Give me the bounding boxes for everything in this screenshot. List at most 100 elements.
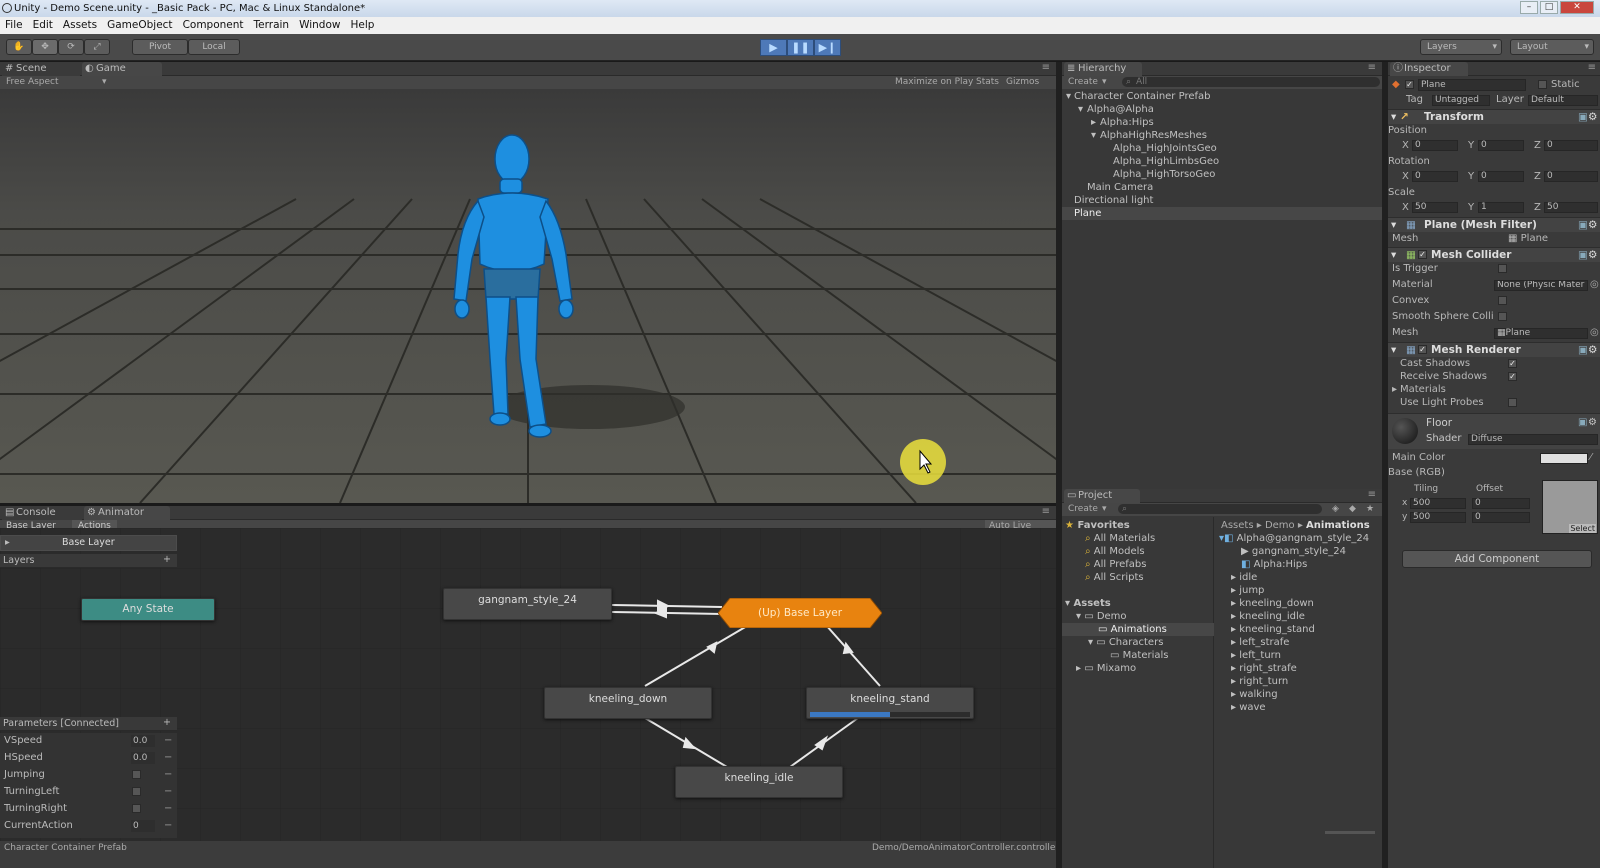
menu-gameobject[interactable]: GameObject <box>102 17 177 34</box>
file-item[interactable]: ▸ kneeling_stand <box>1231 623 1315 636</box>
hierarchy-item[interactable]: Alpha_HighLimbsGeo <box>1062 155 1382 168</box>
param-checkbox[interactable] <box>132 787 141 796</box>
light-probes-checkbox[interactable] <box>1508 398 1517 407</box>
gear-icon[interactable]: ⚙ <box>1588 218 1597 232</box>
remove-param-icon[interactable]: − <box>164 784 172 800</box>
scale-y-field[interactable]: 1 <box>1478 202 1524 213</box>
mesh-collider-header[interactable]: ▾ ▦ ✓ Mesh Collider ▣ ⚙ <box>1388 247 1600 262</box>
param-turningright[interactable]: TurningRight − <box>0 801 175 817</box>
tag-dropdown[interactable]: Untagged <box>1432 95 1490 106</box>
param-checkbox[interactable] <box>132 804 141 813</box>
smooth-sphere-checkbox[interactable] <box>1498 312 1507 321</box>
file-item[interactable]: ▶ gangnam_style_24 <box>1241 545 1346 558</box>
game-viewport[interactable] <box>0 89 1056 503</box>
material-field[interactable]: None (Physic Mater <box>1494 280 1588 291</box>
help-icon[interactable]: ▣ <box>1578 248 1588 262</box>
file-item[interactable]: ▸ right_strafe <box>1231 662 1297 675</box>
hand-tool-icon[interactable]: ✋ <box>6 39 32 55</box>
help-icon[interactable]: ▣ <box>1578 417 1587 428</box>
param-value[interactable]: 0.0 <box>131 735 155 747</box>
hierarchy-search-input[interactable]: ⌕ All <box>1122 77 1380 87</box>
menu-assets[interactable]: Assets <box>58 17 102 34</box>
file-item[interactable]: ▸ left_strafe <box>1231 636 1289 649</box>
tiling-y-field[interactable]: 500 <box>1410 512 1466 523</box>
menu-component[interactable]: Component <box>178 17 249 34</box>
offset-x-field[interactable]: 0 <box>1472 498 1530 509</box>
position-z-field[interactable]: 0 <box>1544 140 1598 151</box>
shader-dropdown[interactable]: Diffuse <box>1468 434 1598 445</box>
layout-dropdown[interactable]: Layout ▾ <box>1510 39 1594 55</box>
hierarchy-item[interactable]: ▾ Alpha@Alpha <box>1062 103 1382 116</box>
param-vspeed[interactable]: VSpeed 0.0− <box>0 733 175 749</box>
remove-param-icon[interactable]: − <box>164 818 172 834</box>
collider-mesh-field[interactable]: ▦Plane <box>1494 328 1588 339</box>
crumb[interactable]: Animations <box>1306 520 1370 531</box>
hierarchy-item[interactable]: ▾ AlphaHighResMeshes <box>1062 129 1382 142</box>
transform-header[interactable]: ▾ ↗ Transform ▣ ⚙ <box>1388 109 1600 124</box>
hierarchy-item-selected[interactable]: Plane <box>1062 207 1382 220</box>
mesh-field[interactable]: ▦ Plane <box>1508 232 1548 246</box>
file-item[interactable]: ▸ kneeling_down <box>1231 597 1314 610</box>
layer-item-base[interactable]: ▸ Base Layer <box>0 535 177 551</box>
add-component-button[interactable]: Add Component <box>1402 550 1592 568</box>
scale-z-field[interactable]: 50 <box>1544 202 1598 213</box>
active-checkbox[interactable]: ✓ <box>1405 80 1414 89</box>
lock-icon[interactable]: ≡ <box>1588 62 1596 73</box>
remove-param-icon[interactable]: − <box>164 801 172 817</box>
material-header[interactable]: Floor Shader Diffuse ▣ ⚙ <box>1388 413 1600 449</box>
folder-item[interactable]: ▾ ▭ Demo <box>1076 610 1127 623</box>
object-name-field[interactable]: Plane <box>1418 79 1526 91</box>
menu-help[interactable]: Help <box>345 17 379 34</box>
scale-tool-icon[interactable]: ⤢ <box>84 39 110 55</box>
add-layer-icon[interactable]: + <box>163 554 171 565</box>
file-item[interactable]: ▸ idle <box>1231 571 1257 584</box>
file-item[interactable]: ▸ left_turn <box>1231 649 1281 662</box>
state-kneeling-stand[interactable]: kneeling_stand <box>806 687 974 719</box>
state-kneeling-idle[interactable]: kneeling_idle <box>675 766 843 798</box>
gear-icon[interactable]: ⚙ <box>1588 248 1597 262</box>
project-search-input[interactable]: ⌕ <box>1118 504 1322 514</box>
favorite-item[interactable]: ⌕ All Models <box>1085 545 1145 558</box>
param-hspeed[interactable]: HSpeed 0.0− <box>0 750 175 766</box>
object-picker-icon[interactable]: ◎ <box>1590 326 1599 340</box>
help-icon[interactable]: ▣ <box>1578 110 1588 124</box>
tab-scene[interactable]: # Scene <box>2 62 80 76</box>
tiling-x-field[interactable]: 500 <box>1410 498 1466 509</box>
crumb[interactable]: Assets <box>1221 520 1254 531</box>
step-button[interactable]: ▶❙ <box>814 39 841 56</box>
rotation-x-field[interactable]: 0 <box>1412 171 1458 182</box>
favorite-item[interactable]: ⌕ All Prefabs <box>1085 558 1146 571</box>
aspect-dropdown[interactable]: Free Aspect <box>6 76 59 89</box>
menu-terrain[interactable]: Terrain <box>249 17 295 34</box>
offset-y-field[interactable]: 0 <box>1472 512 1530 523</box>
cast-shadows-checkbox[interactable]: ✓ <box>1508 359 1517 368</box>
rotation-z-field[interactable]: 0 <box>1544 171 1598 182</box>
gear-icon[interactable]: ⚙ <box>1588 417 1597 428</box>
file-item[interactable]: ▾◧ Alpha@gangnam_style_24 <box>1219 532 1369 545</box>
tab-animator[interactable]: ⚙ Animator <box>84 506 170 520</box>
param-checkbox[interactable] <box>132 770 141 779</box>
gizmos-dropdown[interactable]: Gizmos <box>1006 76 1039 89</box>
maximize-icon[interactable]: □ <box>1540 1 1558 14</box>
mesh-renderer-enabled-checkbox[interactable]: ✓ <box>1418 345 1427 354</box>
position-x-field[interactable]: 0 <box>1412 140 1458 151</box>
hierarchy-item[interactable]: ▾ Character Container Prefab <box>1062 90 1382 103</box>
param-value[interactable]: 0.0 <box>131 752 155 764</box>
file-item[interactable]: ▸ wave <box>1231 701 1266 714</box>
state-gangnam-style[interactable]: gangnam_style_24 <box>443 588 612 620</box>
param-jumping[interactable]: Jumping − <box>0 767 175 783</box>
mesh-filter-header[interactable]: ▾ ▦ Plane (Mesh Filter) ▣ ⚙ <box>1388 217 1600 232</box>
menu-file[interactable]: File <box>0 17 28 34</box>
folder-item[interactable]: ▭ Materials <box>1110 649 1168 662</box>
texture-select-button[interactable]: Select <box>1569 524 1596 533</box>
filter-label-icon[interactable]: ◆ <box>1349 503 1356 516</box>
file-item[interactable]: ▸ jump <box>1231 584 1264 597</box>
remove-param-icon[interactable]: − <box>164 733 172 749</box>
tab-hierarchy[interactable]: ≣ Hierarchy <box>1064 62 1142 76</box>
remove-param-icon[interactable]: − <box>164 767 172 783</box>
move-tool-icon[interactable]: ✥ <box>32 39 58 55</box>
position-y-field[interactable]: 0 <box>1478 140 1524 151</box>
pivot-button[interactable]: Pivot <box>132 39 188 55</box>
favorites-header[interactable]: ★ Favorites <box>1065 519 1130 532</box>
static-checkbox[interactable] <box>1538 80 1547 89</box>
